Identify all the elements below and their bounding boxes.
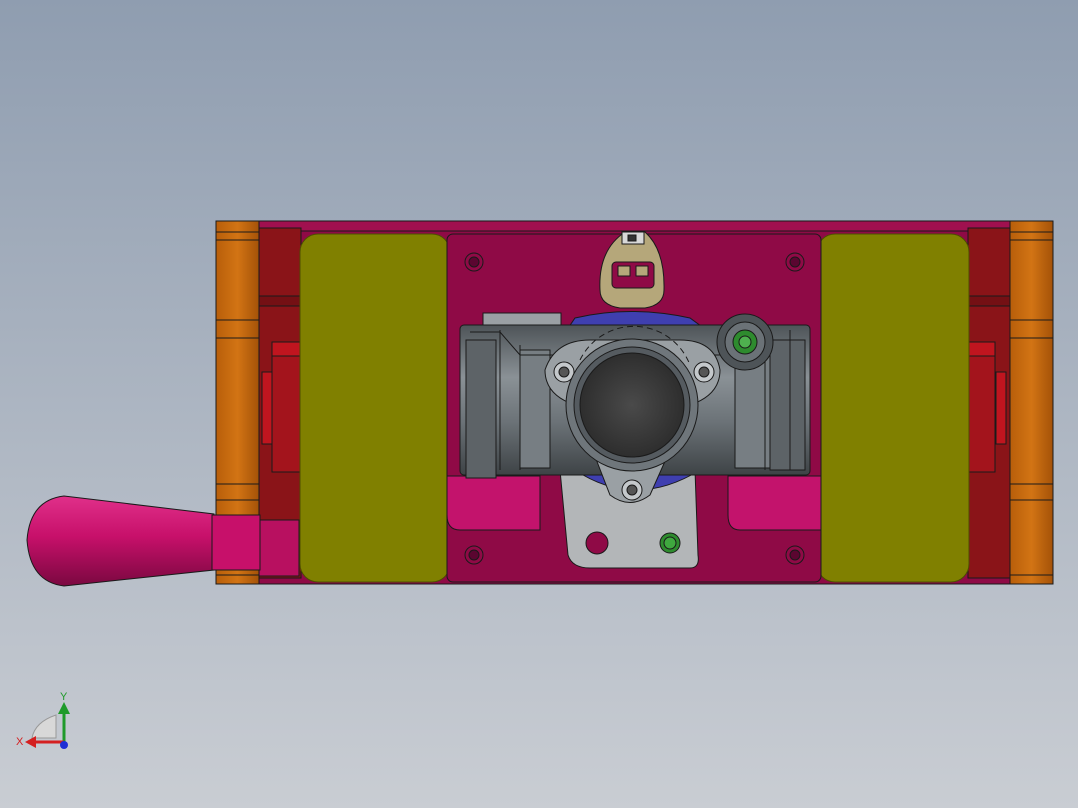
- bracket-hole: [585, 531, 609, 555]
- left-lower-clamp[interactable]: [446, 475, 541, 531]
- x-axis-label: X: [16, 736, 24, 748]
- z-axis-dot-icon: [60, 741, 68, 749]
- screw-icon: [464, 252, 484, 272]
- sensor-fitting[interactable]: [716, 313, 774, 371]
- base-plate-top-edge: [256, 220, 1011, 232]
- y-axis-label: Y: [60, 691, 68, 703]
- left-guide-rail[interactable]: [258, 227, 305, 579]
- bolt-icon: [693, 361, 715, 383]
- right-yellow-pad[interactable]: [816, 233, 970, 583]
- left-yellow-pad[interactable]: [299, 233, 451, 583]
- right-guide-rail[interactable]: [962, 227, 1011, 579]
- right-lower-clamp[interactable]: [727, 475, 822, 531]
- housing-tab: [482, 312, 562, 326]
- screw-icon: [785, 252, 805, 272]
- cad-canvas[interactable]: X Y: [0, 0, 1078, 808]
- cad-viewport[interactable]: X Y: [0, 0, 1078, 808]
- bolt-icon: [621, 479, 643, 501]
- screw-icon: [464, 545, 484, 565]
- screw-icon: [785, 545, 805, 565]
- right-side-block[interactable]: [1009, 220, 1054, 585]
